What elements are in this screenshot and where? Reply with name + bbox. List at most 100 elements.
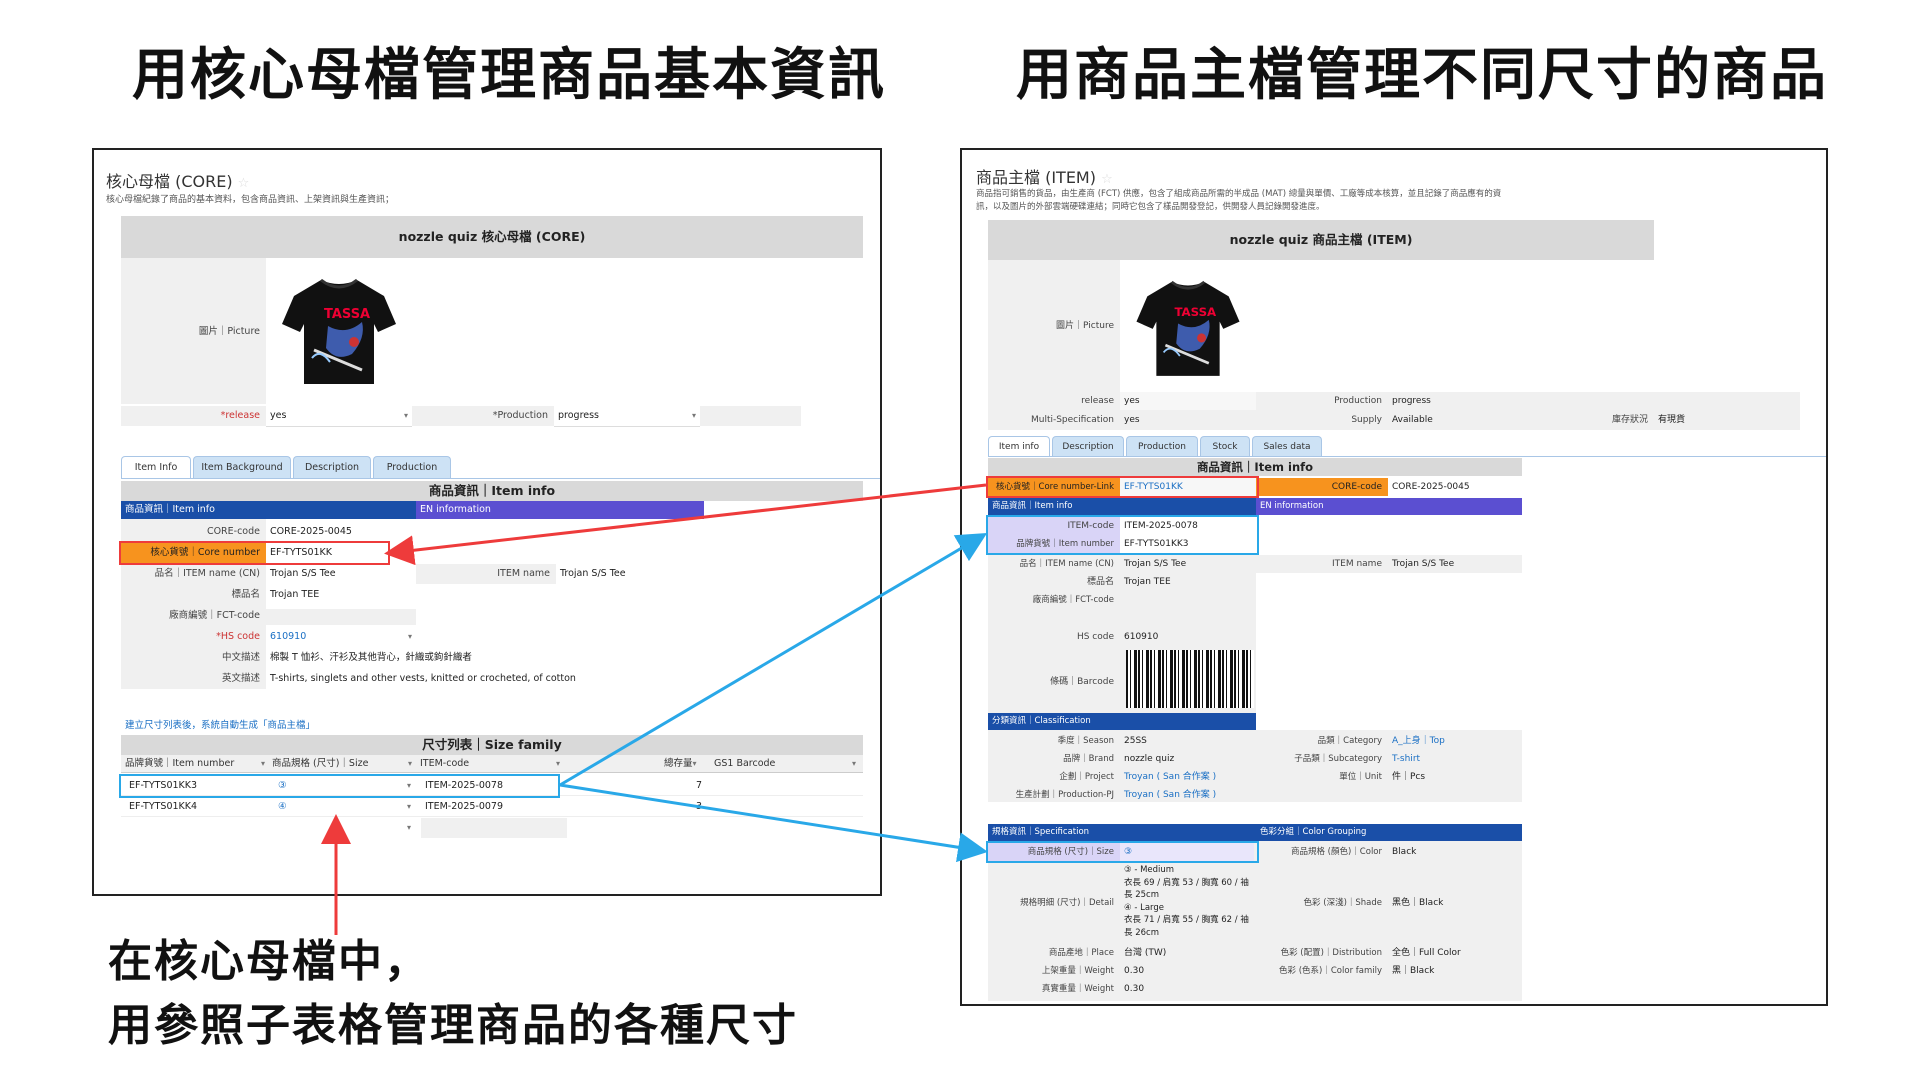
col-item-number-label: 品牌貨號｜Item number (125, 758, 235, 769)
fct-code-label: 廠商編號｜FCT-code (169, 610, 260, 621)
label-name-value[interactable]: Trojan TEE (266, 585, 319, 605)
season-value[interactable]: 25SS (1120, 732, 1147, 750)
detail-line: ③ - Medium (1124, 865, 1175, 875)
stock-status-label: 庫存狀況 (1611, 415, 1648, 425)
production-select[interactable]: progress ▾ (554, 406, 700, 427)
hs-code-value[interactable]: 610910 (1120, 628, 1158, 646)
name-value[interactable]: Trojan S/S Tee (1388, 555, 1522, 573)
item-name-value[interactable]: Trojan S/S Tee (556, 564, 626, 584)
col-item-code[interactable]: ITEM-code ▾ (420, 758, 560, 770)
distribution-value[interactable]: 全色｜Full Color (1388, 944, 1461, 962)
fct-code-field[interactable] (266, 609, 416, 625)
product-picture[interactable]: TASSA (266, 258, 412, 404)
core-code-value: CORE-2025-0045 (1392, 482, 1470, 492)
item-name-cn-value[interactable]: Trojan S/S Tee (266, 564, 336, 584)
cn-desc-value[interactable]: 棉製 T 恤衫、汗衫及其他背心，針織或鉤針織者 (266, 648, 472, 668)
brand-value[interactable]: nozzle quiz (1120, 750, 1174, 768)
star-icon[interactable]: ☆ (238, 176, 250, 191)
shade-label: 色彩 (深淺)｜Shade (1303, 898, 1382, 908)
weight-label: 上架重量｜Weight (1041, 966, 1114, 976)
place-label: 商品產地｜Place (1048, 948, 1114, 958)
new-row-field[interactable] (421, 818, 567, 838)
color-value[interactable]: Black (1388, 843, 1416, 861)
tab-production[interactable]: Production (1126, 436, 1198, 457)
size-row-highlight (119, 774, 560, 798)
category-value[interactable]: A_上身｜Top (1388, 732, 1445, 750)
production-pj-label: 生產計劃｜Production-PJ (1015, 790, 1114, 800)
chevron-down-icon: ▾ (691, 411, 696, 420)
item-desc-2: 訊，以及圖片的外部雲端硬碟連結；同時它包含了樣品開發登記，供開發人員記錄開發進度… (976, 202, 1325, 212)
tab-item-background[interactable]: Item Background (193, 456, 291, 479)
chevron-down-icon: ▾ (407, 759, 412, 768)
section-item-info: 商品資訊｜Item info (121, 501, 416, 519)
core-table-title: nozzle quiz 核心母檔 (CORE) (121, 216, 863, 258)
tab-description[interactable]: Description (293, 456, 371, 479)
real-weight-value[interactable]: 0.30 (1120, 980, 1144, 998)
supply-value[interactable]: Available (1388, 411, 1433, 429)
production-pj-value[interactable]: Troyan ( San 合作案 ) (1120, 786, 1216, 804)
product-picture[interactable]: TASSA (1120, 262, 1256, 394)
row-size: ④ (278, 801, 287, 812)
col-stock[interactable]: 總存量▾ (664, 758, 706, 770)
color-label: 商品規格 (顏色)｜Color (1290, 847, 1382, 857)
stock-status-value[interactable]: 有現貨 (1654, 411, 1685, 429)
en-desc-value[interactable]: T-shirts, singlets and other vests, knit… (266, 669, 576, 689)
weight-value[interactable]: 0.30 (1120, 962, 1144, 980)
season-label: 季度｜Season (1057, 736, 1114, 746)
chevron-down-icon: ▾ (851, 759, 856, 768)
table-row[interactable]: EF-TYTS01KK4 ④ ▾ ITEM-2025-0079 3 (121, 797, 863, 817)
size-family-header: 尺寸列表｜Size family (121, 735, 863, 755)
left-heading: 用核心母檔管理商品基本資訊 (132, 43, 886, 108)
svg-text:TASSA: TASSA (1174, 305, 1217, 319)
size-detail[interactable]: ③ - Medium 衣長 69 / 肩寬 53 / 胸寬 60 / 袖 長 2… (1124, 864, 1254, 939)
tab-item-info[interactable]: Item Info (121, 456, 191, 479)
section-en-info: EN information (1256, 498, 1522, 515)
unit-label: 單位｜Unit (1339, 772, 1382, 782)
release-value: yes (270, 410, 287, 421)
place-value[interactable]: 台灣 (TW) (1120, 944, 1166, 962)
shade-value[interactable]: 黑色｜Black (1388, 894, 1443, 912)
tab-stock[interactable]: Stock (1200, 436, 1250, 457)
color-family-label: 色彩 (色系)｜Color family (1279, 966, 1382, 976)
item-name-cn-label: 品名｜ITEM name (CN) (154, 568, 260, 579)
item-info-header: 商品資訊｜Item info (988, 458, 1522, 476)
supply-label: Supply (1351, 415, 1382, 425)
release-label: *release (220, 410, 260, 421)
label-name-value[interactable]: Trojan TEE (1120, 573, 1171, 591)
unit-value[interactable]: 件｜Pcs (1388, 768, 1425, 786)
hs-code-select[interactable]: 610910 ▾ (266, 627, 416, 647)
section-classification: 分類資訊｜Classification (988, 713, 1256, 730)
table-row-new[interactable]: ▾ (121, 818, 863, 838)
tab-item-info[interactable]: Item info (988, 436, 1050, 457)
row-item-code: ITEM-2025-0079 (425, 801, 504, 812)
col-gs1-barcode[interactable]: GS1 Barcode ▾ (714, 758, 856, 770)
production-label: Production (1334, 396, 1382, 406)
col-item-number[interactable]: 品牌貨號｜Item number ▾ (125, 758, 265, 770)
col-size[interactable]: 商品規格 (尺寸)｜Size ▾ (272, 758, 412, 770)
create-item-link[interactable]: 建立尺寸列表後，系統自動生成「商品主檔」 (125, 720, 315, 732)
picture-label: 圖片｜Picture (1056, 321, 1114, 331)
hs-code-value: 610910 (270, 631, 307, 642)
star-icon[interactable]: ☆ (1101, 172, 1113, 187)
project-value[interactable]: Troyan ( San 合作案 ) (1120, 768, 1216, 786)
color-family-value[interactable]: 黑｜Black (1388, 962, 1434, 980)
brand-label: 品牌｜Brand (1063, 754, 1114, 764)
tab-description[interactable]: Description (1052, 436, 1124, 457)
name-cn-value[interactable]: Trojan S/S Tee (1120, 555, 1186, 573)
item-name-label: ITEM name (416, 564, 556, 584)
name-cn-label: 品名｜ITEM name (CN) (1019, 559, 1114, 569)
barcode-image (1126, 650, 1254, 708)
release-value[interactable]: yes (1120, 392, 1256, 410)
release-label: release (1081, 396, 1114, 406)
subcategory-value[interactable]: T-shirt (1388, 750, 1420, 768)
item-code-highlight (986, 515, 1259, 555)
chevron-down-icon: ▾ (407, 632, 412, 641)
tab-production[interactable]: Production (373, 456, 451, 479)
release-select[interactable]: yes ▾ (266, 406, 412, 427)
core-link-highlight (986, 476, 1259, 498)
multi-spec-value[interactable]: yes (1120, 411, 1140, 429)
tab-sales-data[interactable]: Sales data (1252, 436, 1322, 457)
item-title: 商品主檔 (ITEM) (976, 168, 1096, 187)
item-table-title: nozzle quiz 商品主檔 (ITEM) (988, 220, 1654, 260)
production-value[interactable]: progress (1388, 392, 1431, 410)
